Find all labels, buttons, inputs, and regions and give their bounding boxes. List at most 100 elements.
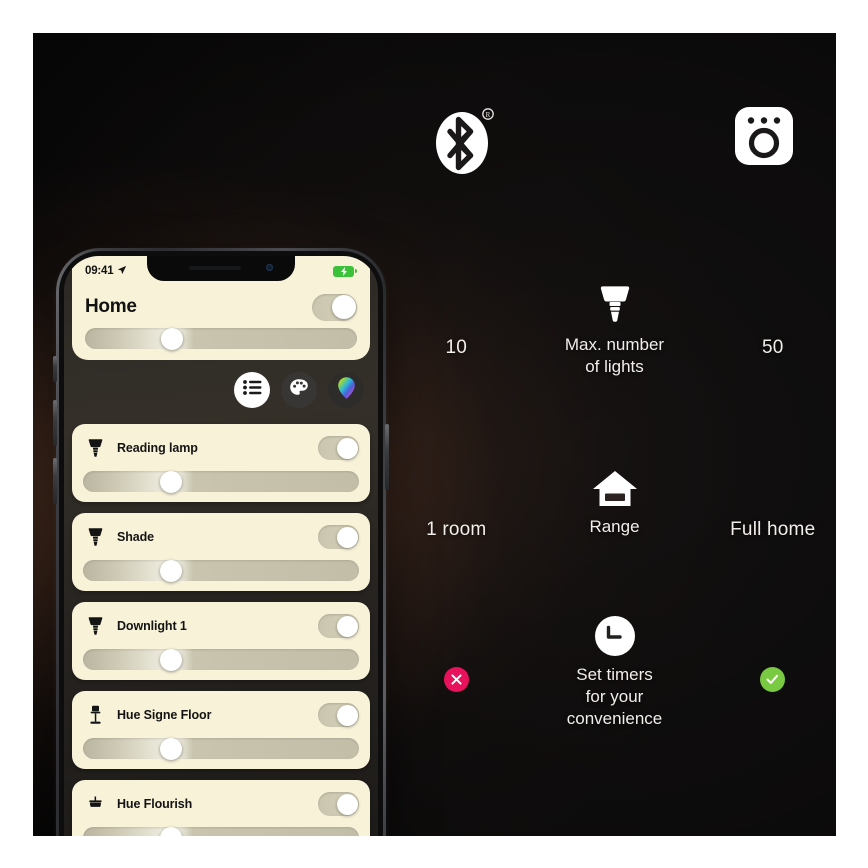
max-lights-left: 10 — [393, 283, 520, 359]
list-item[interactable]: Hue Signe Floor — [72, 691, 370, 769]
max-lights-center: Max. number of lights — [520, 283, 710, 378]
home-brightness-slider[interactable] — [85, 327, 357, 350]
house-icon — [592, 465, 638, 509]
range-bridge-value: Full home — [730, 519, 816, 540]
comparison-logos: R — [393, 105, 836, 180]
front-camera-icon — [266, 264, 273, 271]
light-toggle[interactable] — [318, 792, 359, 816]
timers-label-line3: convenience — [566, 708, 663, 728]
clock-icon — [594, 613, 636, 657]
range-bluetooth-value: 1 room — [426, 519, 487, 540]
slider-knob[interactable] — [160, 470, 183, 493]
tab-scenes[interactable] — [281, 372, 317, 408]
tab-color[interactable] — [328, 372, 364, 408]
bluetooth-logo-slot: R — [429, 105, 501, 180]
yes-badge — [760, 667, 786, 692]
screenshot-root: 09:41 Home Reading lamp Shade Downlight … — [0, 0, 868, 868]
timers-left — [393, 613, 520, 692]
slider-knob[interactable] — [160, 559, 183, 582]
floor-lamp-icon — [83, 705, 107, 725]
hue-bridge-icon — [733, 105, 795, 180]
light-list: Reading lamp Shade Downlight 1 Hue Signe… — [72, 424, 370, 836]
home-power-toggle[interactable] — [312, 293, 357, 321]
list-item[interactable]: Shade — [72, 513, 370, 591]
comparison-panel: R 10 Max. number of lights 50 1 room Ran… — [393, 33, 836, 836]
hue-app: 09:41 Home Reading lamp Shade Downlight … — [64, 256, 378, 836]
battery-charging-icon — [333, 265, 357, 277]
palette-icon — [289, 378, 309, 402]
light-toggle[interactable] — [318, 525, 359, 549]
range-left: 1 room — [393, 465, 520, 541]
light-brightness-slider[interactable] — [83, 470, 359, 493]
list-item-label: Reading lamp — [117, 441, 198, 455]
toggle-knob — [336, 526, 358, 548]
light-toggle[interactable] — [318, 436, 359, 460]
toggle-knob — [336, 704, 358, 726]
spot-bulb-icon — [83, 616, 107, 636]
toggle-knob — [336, 437, 358, 459]
list-item[interactable]: Reading lamp — [72, 424, 370, 502]
max-lights-bluetooth-value: 10 — [445, 337, 468, 358]
home-header-row: Home — [85, 290, 357, 324]
max-lights-right: 50 — [710, 283, 837, 359]
bluetooth-icon: R — [434, 105, 496, 180]
light-brightness-slider[interactable] — [83, 826, 359, 836]
list-item-label: Downlight 1 — [117, 619, 187, 633]
slider-knob[interactable] — [161, 327, 184, 350]
app-tab-bar — [234, 372, 364, 408]
max-lights-label: Max. number of lights — [565, 334, 664, 378]
bulb-icon — [599, 283, 631, 327]
phone-notch — [147, 256, 295, 281]
slider-knob[interactable] — [160, 648, 183, 671]
comparison-row-range: 1 room Range Full home — [393, 465, 836, 541]
max-lights-label-line2: of lights — [585, 356, 644, 376]
timers-label-line1: Set timers — [576, 665, 653, 684]
phone-volume-up-button[interactable] — [53, 400, 57, 446]
range-center: Range — [520, 465, 710, 538]
light-toggle[interactable] — [318, 703, 359, 727]
phone-power-button[interactable] — [385, 424, 389, 490]
max-lights-bridge-value: 50 — [761, 337, 784, 358]
range-right: Full home — [710, 465, 837, 541]
range-label: Range — [589, 517, 640, 536]
pendant-lamp-icon — [83, 796, 107, 812]
light-brightness-slider[interactable] — [83, 737, 359, 760]
timers-center: Set timers for your convenience — [520, 613, 710, 729]
spot-bulb-icon — [83, 527, 107, 547]
list-icon — [242, 380, 262, 400]
location-arrow-icon — [117, 262, 127, 280]
light-brightness-slider[interactable] — [83, 648, 359, 671]
light-brightness-slider[interactable] — [83, 559, 359, 582]
color-pin-icon — [337, 376, 356, 405]
slider-knob[interactable] — [160, 737, 183, 760]
list-item[interactable]: Hue Flourish — [72, 780, 370, 836]
page-title: Home — [85, 296, 137, 317]
light-toggle[interactable] — [318, 614, 359, 638]
timers-right — [710, 613, 837, 692]
earpiece-speaker-icon — [189, 266, 241, 270]
image-canvas: 09:41 Home Reading lamp Shade Downlight … — [33, 33, 836, 836]
phone-mute-switch[interactable] — [53, 356, 57, 382]
phone-volume-down-button[interactable] — [53, 458, 57, 504]
toggle-knob — [336, 615, 358, 637]
list-item-label: Shade — [117, 530, 155, 544]
tab-list[interactable] — [234, 372, 270, 408]
list-item-label: Hue Flourish — [117, 797, 193, 811]
timers-label: Set timers for your convenience — [567, 664, 662, 729]
list-item[interactable]: Downlight 1 — [72, 602, 370, 680]
hue-bridge-logo-slot — [728, 105, 800, 180]
list-item-label: Hue Signe Floor — [117, 708, 212, 722]
no-badge — [443, 667, 469, 692]
svg-text:R: R — [486, 111, 491, 119]
toggle-knob — [336, 793, 358, 815]
toggle-knob — [331, 295, 356, 319]
status-bar-time: 09:41 — [85, 265, 114, 277]
timers-label-line2: for your — [585, 686, 644, 706]
spot-bulb-icon — [83, 438, 107, 458]
phone-screen: 09:41 Home Reading lamp Shade Downlight … — [64, 256, 378, 836]
comparison-row-timers: Set timers for your convenience — [393, 613, 836, 729]
phone-mockup: 09:41 Home Reading lamp Shade Downlight … — [53, 248, 389, 836]
slider-knob[interactable] — [160, 826, 183, 836]
max-lights-label-line1: Max. number — [564, 335, 665, 354]
comparison-row-max-lights: 10 Max. number of lights 50 — [393, 283, 836, 378]
